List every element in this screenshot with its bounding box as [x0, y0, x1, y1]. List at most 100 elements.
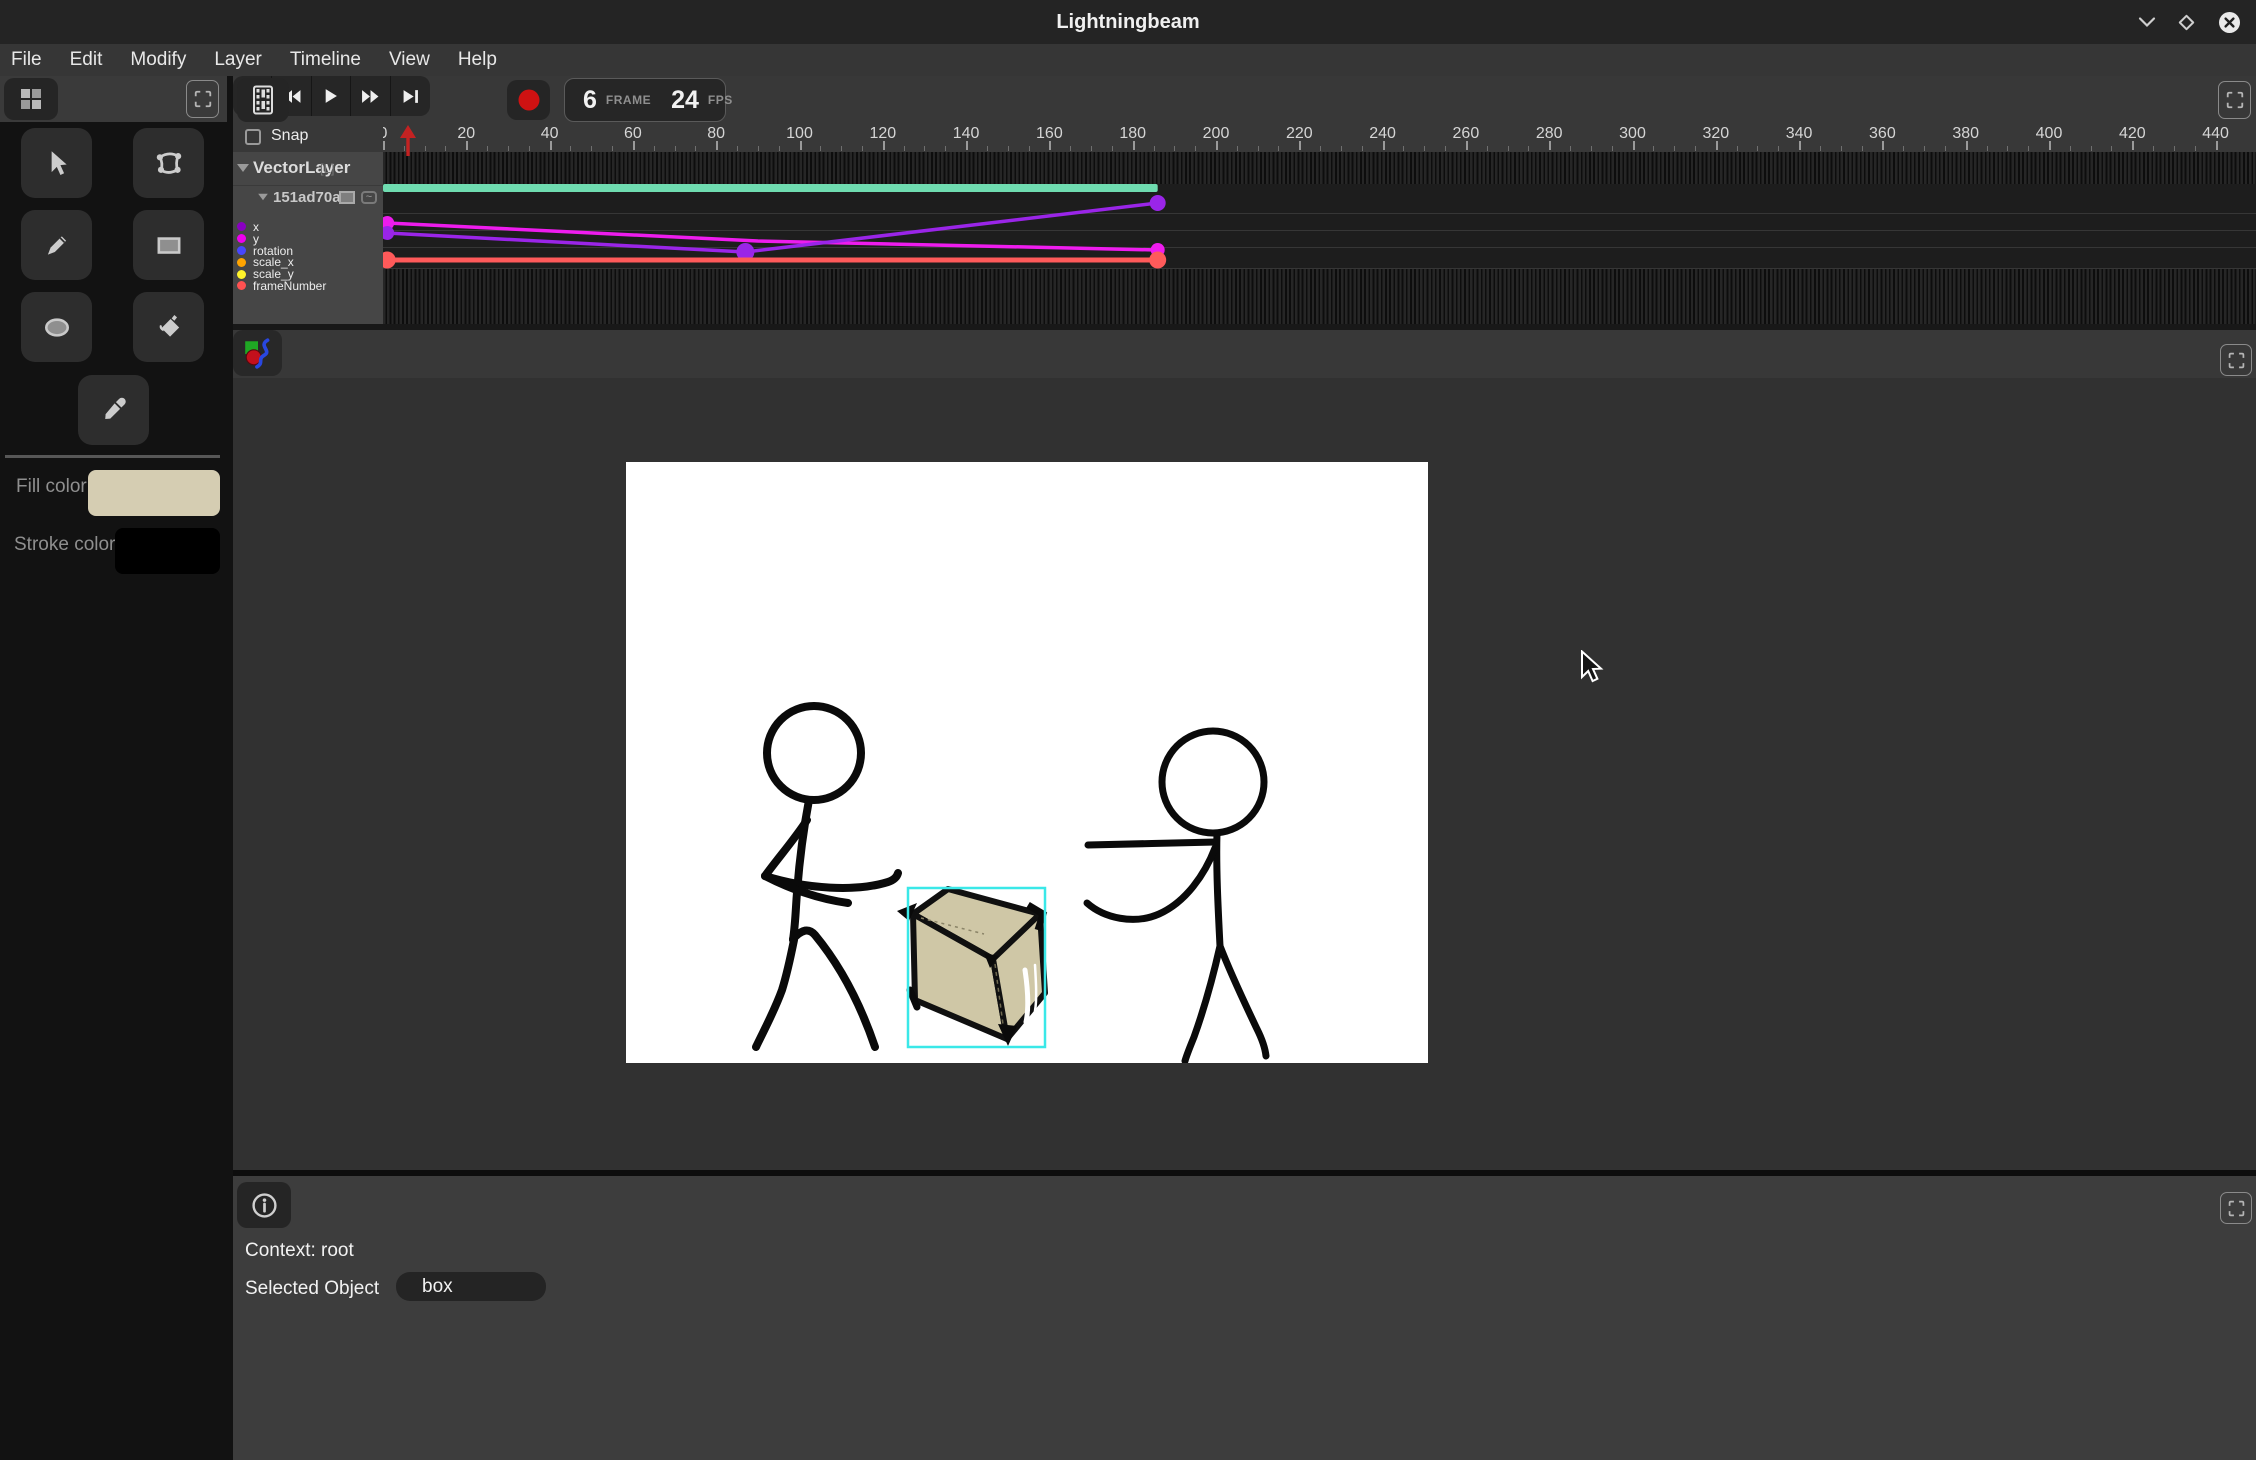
frameNumber-curve-keyframe-dot[interactable] [383, 252, 396, 269]
fast-forward-button[interactable] [351, 76, 390, 116]
ruler-tick [1695, 146, 1696, 151]
timeline-ruler: Snap 02040608010012014016018020022024026… [233, 124, 2256, 152]
grid-icon [18, 86, 44, 112]
pencil-tool-button[interactable] [21, 210, 92, 280]
ruler-tick [654, 146, 655, 151]
ruler-tick [1424, 146, 1425, 151]
ruler-tick [1091, 146, 1092, 151]
property-color-dot [237, 281, 246, 290]
timeline-expand-button[interactable] [2218, 81, 2251, 119]
fill-color-swatch[interactable] [88, 470, 220, 516]
layer-row-vectorlayer[interactable]: VectorLayer [L] [233, 152, 383, 186]
expand-icon [2227, 1199, 2246, 1218]
menu-item-layer[interactable]: Layer [214, 49, 262, 71]
sublayer-ease-button[interactable]: ~ [361, 191, 377, 204]
menu-item-modify[interactable]: Modify [130, 49, 186, 71]
ruler-tick [1549, 141, 1551, 150]
snap-checkbox[interactable] [245, 129, 261, 145]
ellipse-tool-button[interactable] [21, 292, 92, 362]
ruler-tick [1174, 146, 1175, 151]
ruler-tick [1924, 146, 1925, 151]
animation-stage[interactable] [626, 462, 1428, 1063]
ruler-tick [1591, 146, 1592, 151]
timeline-property-frameNumber[interactable]: frameNumber [233, 280, 383, 292]
maximize-icon[interactable] [2178, 14, 2195, 31]
info-button[interactable] [237, 1182, 291, 1228]
rectangle-icon [154, 230, 184, 260]
ruler-tick [529, 146, 530, 151]
animation-curves[interactable] [383, 152, 2256, 324]
ruler-tick [1133, 141, 1135, 150]
ruler-tick [695, 146, 696, 151]
ruler-tick [1341, 146, 1342, 151]
selected-object-input[interactable]: box [396, 1272, 546, 1301]
close-icon[interactable] [2217, 10, 2242, 35]
frame-value[interactable]: 6 [583, 86, 597, 115]
x-curve-keyframe-dot[interactable] [383, 226, 394, 240]
menu-item-help[interactable]: Help [458, 49, 497, 71]
ruler-tick [1320, 146, 1321, 151]
y-curve [387, 223, 1158, 250]
playhead-marker[interactable] [399, 125, 417, 156]
stick-figure-right [1087, 731, 1266, 1061]
ruler-tick [737, 146, 738, 151]
eyedropper-icon [99, 395, 129, 425]
ruler-tick [820, 146, 821, 151]
ruler-tick [1966, 141, 1968, 150]
minimize-icon[interactable] [2138, 16, 2156, 28]
paint-bucket-tool-button[interactable] [133, 292, 204, 362]
ruler-tick [841, 146, 842, 151]
play-button[interactable] [312, 76, 351, 116]
property-color-dot [237, 222, 246, 231]
menu-item-edit[interactable]: Edit [70, 49, 103, 71]
ruler-tick [1029, 146, 1030, 151]
layer-name: VectorLayer [253, 158, 350, 178]
canvas-tab[interactable] [233, 330, 282, 376]
ruler-tick [1299, 141, 1301, 150]
window-controls [2138, 0, 2242, 44]
eyedropper-tool-button[interactable] [78, 375, 149, 445]
collapse-triangle-icon[interactable] [237, 164, 249, 172]
ruler-tick [883, 141, 885, 150]
menu-item-view[interactable]: View [389, 49, 430, 71]
menu-item-file[interactable]: File [11, 49, 42, 71]
ruler-tick [1862, 146, 1863, 151]
sublayer-swatch-button[interactable] [339, 191, 355, 204]
ruler-tick [1882, 141, 1884, 150]
box-object[interactable] [897, 888, 1045, 1047]
record-button[interactable] [507, 80, 550, 120]
layer-list: VectorLayer [L] 151ad70a... ~ xyrotation… [233, 152, 383, 324]
film-button[interactable] [237, 78, 289, 122]
ruler-tick [1674, 146, 1675, 151]
layer-badge: [L] [320, 161, 334, 176]
frameNumber-curve-keyframe-dot[interactable] [1149, 252, 1166, 269]
skip-to-end-button[interactable] [391, 76, 430, 116]
select-tool-button[interactable] [21, 128, 92, 198]
sidebar-expand-button[interactable] [186, 80, 219, 118]
frame-ruler-scale[interactable]: 0204060801001201401601802002202402602803… [383, 124, 2256, 152]
rectangle-tool-button[interactable] [133, 210, 204, 280]
menu-item-timeline[interactable]: Timeline [290, 49, 361, 71]
inspector-expand-button[interactable] [2220, 1192, 2252, 1224]
ruler-tick [1820, 146, 1821, 151]
ruler-tick [1195, 146, 1196, 151]
curve-track-area[interactable] [383, 152, 2256, 324]
ruler-tick [612, 146, 613, 151]
collapse-triangle-icon[interactable] [258, 194, 268, 200]
fps-value[interactable]: 24 [671, 86, 699, 115]
ruler-tick [904, 146, 905, 151]
tool-sidebar: Fill color: Stroke color: [0, 76, 233, 1460]
x-curve-keyframe-dot[interactable] [1150, 195, 1166, 211]
inspector-panel: Context: root Selected Object box [233, 1170, 2256, 1460]
fast-forward-icon [361, 89, 379, 104]
keyframe-span-bar[interactable] [383, 184, 1158, 192]
title-bar: Lightningbeam [0, 0, 2256, 44]
ruler-tick [1403, 146, 1404, 151]
transform-tool-button[interactable] [133, 128, 204, 198]
stroke-color-swatch[interactable] [115, 528, 220, 574]
ruler-tick [1070, 146, 1071, 151]
panel-grid-button[interactable] [4, 78, 58, 120]
canvas-expand-button[interactable] [2220, 344, 2252, 376]
ruler-tick [966, 141, 968, 150]
ruler-tick [945, 146, 946, 151]
